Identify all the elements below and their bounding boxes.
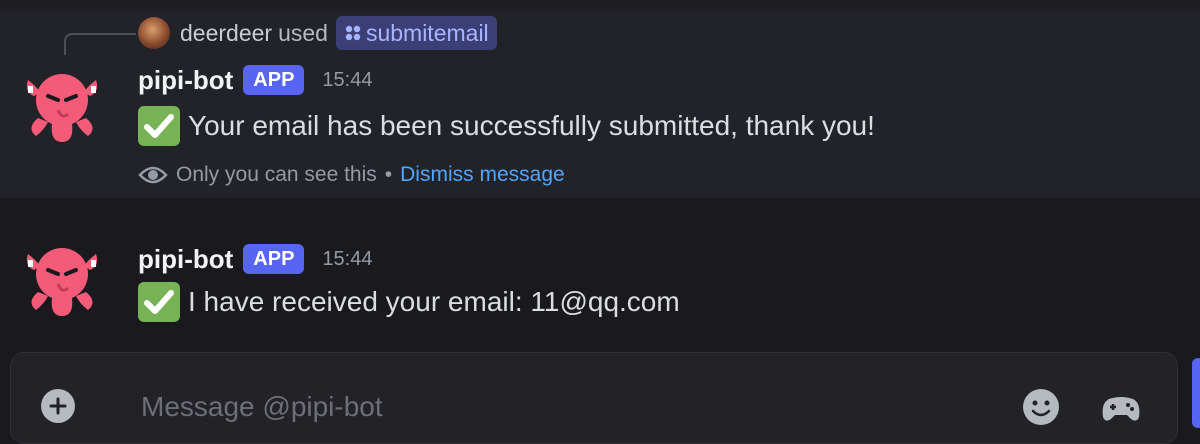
ephemeral-text: Only you can see this	[176, 163, 377, 186]
message-text: Your email has been successfully submitt…	[188, 110, 875, 141]
message-text: I have received your email: 11@qq.com	[188, 286, 680, 317]
interaction-action-text: used	[278, 19, 328, 46]
user-avatar[interactable]	[138, 17, 170, 49]
pink-octopus-avatar-icon	[26, 74, 98, 142]
app-badge: APP	[243, 65, 305, 95]
command-mention[interactable]: submitemail	[335, 16, 497, 50]
reply-connector	[64, 33, 136, 55]
message-header: pipi-bot APP 15:44	[138, 242, 372, 276]
message-content: Your email has been successfully submitt…	[138, 106, 875, 146]
app-badge: APP	[243, 244, 305, 274]
message-composer	[10, 352, 1178, 444]
white-check-mark-icon	[138, 106, 180, 146]
bot-avatar[interactable]	[22, 66, 102, 146]
bot-avatar[interactable]	[22, 240, 102, 320]
author-name[interactable]: pipi-bot	[138, 244, 233, 275]
message-header: pipi-bot APP 15:44	[138, 63, 372, 97]
dismiss-message-link[interactable]: Dismiss message	[400, 163, 565, 187]
channel-top-strip	[0, 0, 1200, 10]
slash-command-icon	[345, 25, 361, 41]
eye-icon	[138, 166, 168, 184]
command-name: submitemail	[365, 19, 489, 46]
pink-octopus-avatar-icon	[26, 248, 98, 316]
interaction-username[interactable]: deerdeer	[180, 20, 272, 47]
message-timestamp[interactable]: 15:44	[322, 69, 372, 92]
plus-circle-icon[interactable]	[41, 389, 75, 423]
separator-dot: •	[384, 163, 393, 186]
message-input[interactable]	[139, 383, 963, 431]
message-content: I have received your email: 11@qq.com	[138, 282, 680, 322]
white-check-mark-icon	[138, 282, 180, 322]
ephemeral-notice: Only you can see this • Dismiss message	[138, 158, 565, 192]
side-accent-bar	[1192, 358, 1200, 428]
message-timestamp[interactable]: 15:44	[322, 248, 372, 271]
gamepad-icon[interactable]	[1101, 391, 1141, 427]
interaction-reference[interactable]: deerdeer used submitemail	[138, 16, 497, 50]
author-name[interactable]: pipi-bot	[138, 65, 233, 96]
